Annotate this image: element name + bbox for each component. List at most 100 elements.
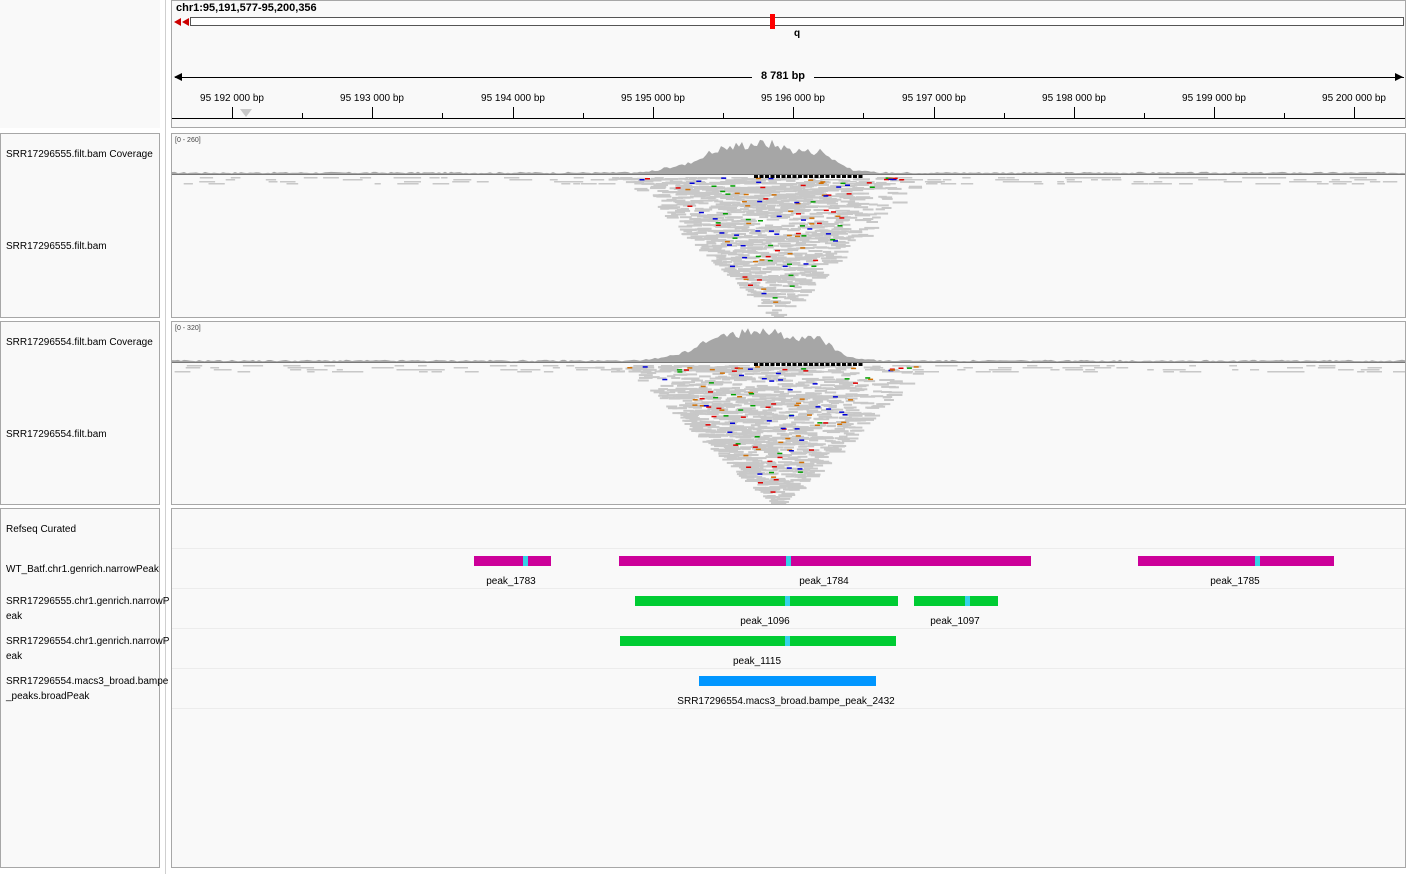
mismatch (705, 424, 711, 426)
peak-feature[interactable] (619, 556, 1031, 566)
mismatch (711, 185, 717, 187)
refseq-track[interactable] (172, 509, 1405, 549)
mismatch (769, 380, 775, 382)
read (256, 365, 264, 367)
peak-track-label[interactable]: SRR17296555.chr1.genrich.narrowPeak (6, 594, 172, 624)
read (657, 190, 669, 192)
read (695, 207, 704, 210)
broadpeak-track[interactable]: SRR17296554.macs3_broad.bampe_peak_2432 (172, 669, 1405, 709)
read (962, 177, 971, 179)
read (738, 242, 747, 245)
mismatch (730, 185, 736, 187)
bam2-data-panel[interactable]: [0 - 320] (171, 321, 1406, 505)
read (1194, 371, 1202, 373)
bam1-data-panel[interactable]: [0 - 260] (171, 133, 1406, 318)
read (664, 178, 679, 180)
genrich-peak-track[interactable]: peak_1096 peak_1097 (172, 589, 1405, 629)
peak-feature[interactable] (620, 636, 896, 646)
peak-feature[interactable] (474, 556, 551, 566)
read (914, 371, 927, 373)
read (1066, 179, 1075, 181)
read (324, 365, 336, 367)
peak-feature[interactable] (914, 596, 998, 606)
peak-track-label[interactable]: WT_Batf.chr1.genrich.narrowPeak (6, 562, 160, 577)
read (720, 197, 733, 199)
coverage-track[interactable] (172, 134, 1405, 174)
read (909, 179, 923, 181)
alignment-track-label[interactable]: SRR17296555.filt.bam (6, 239, 172, 254)
refseq-track-label[interactable]: Refseq Curated (6, 522, 172, 537)
read (889, 380, 903, 383)
coverage-track[interactable] (172, 322, 1405, 362)
genrich-peak-track[interactable]: peak_1115 (172, 629, 1405, 669)
chromosome-ideogram[interactable] (190, 17, 1404, 26)
read (857, 202, 870, 205)
read (403, 177, 422, 179)
read (775, 394, 786, 397)
read (830, 204, 846, 207)
narrowpeak-track[interactable]: peak_1783 peak_1784 peak_1785 (172, 549, 1405, 589)
insertion-marker (825, 175, 830, 178)
alignment-track-label[interactable]: SRR17296554.filt.bam (6, 427, 172, 442)
read (656, 195, 672, 198)
read (763, 186, 780, 189)
read (995, 179, 1011, 181)
coverage-track-label[interactable]: SRR17296554.filt.bam Coverage (6, 335, 172, 350)
mismatch (756, 181, 762, 184)
mismatch (800, 247, 806, 249)
read (1232, 369, 1239, 371)
read (727, 216, 743, 219)
read (824, 391, 837, 394)
peak-feature[interactable] (1138, 556, 1334, 566)
read (752, 271, 762, 274)
read (809, 215, 824, 218)
mismatch (745, 218, 751, 221)
read (806, 473, 821, 476)
read (803, 386, 812, 389)
read (731, 204, 742, 207)
read (729, 458, 742, 461)
read (836, 387, 853, 390)
mismatch (898, 367, 904, 369)
peak-feature[interactable] (699, 676, 876, 686)
mismatch (807, 228, 813, 230)
read (710, 447, 719, 450)
read (783, 177, 799, 180)
read (694, 418, 706, 421)
read (735, 240, 748, 243)
mismatch (884, 178, 889, 181)
read (1393, 371, 1401, 373)
read (749, 389, 759, 392)
read (705, 189, 719, 192)
read (819, 229, 828, 232)
alignment-track[interactable] (172, 363, 1405, 505)
peak-label: peak_1115 (732, 656, 782, 667)
read (732, 425, 742, 428)
mismatch (845, 184, 850, 186)
mismatch (709, 368, 715, 371)
read (874, 383, 889, 386)
read (718, 450, 730, 453)
mismatch (742, 276, 748, 278)
read (723, 429, 735, 432)
mismatch (743, 278, 749, 281)
read (777, 497, 791, 500)
peak-track-label[interactable]: SRR17296554.chr1.genrich.narrowPeak (6, 634, 172, 664)
peak-feature[interactable] (635, 596, 898, 606)
read (808, 403, 818, 405)
mismatch (794, 201, 800, 204)
coverage-track-label[interactable]: SRR17296555.filt.bam Coverage (6, 147, 172, 162)
read (183, 183, 193, 185)
read (566, 365, 575, 367)
insertion-marker (809, 175, 813, 178)
center-line-marker-icon[interactable] (240, 109, 252, 117)
mismatch (727, 431, 733, 433)
read (1133, 181, 1144, 183)
read (417, 369, 432, 371)
read (608, 178, 618, 181)
alignment-track[interactable] (172, 175, 1405, 318)
peak-track-label[interactable]: SRR17296554.macs3_broad.bampe_peaks.broa… (6, 674, 172, 704)
read (681, 233, 695, 235)
read (509, 179, 527, 181)
read (771, 388, 780, 391)
